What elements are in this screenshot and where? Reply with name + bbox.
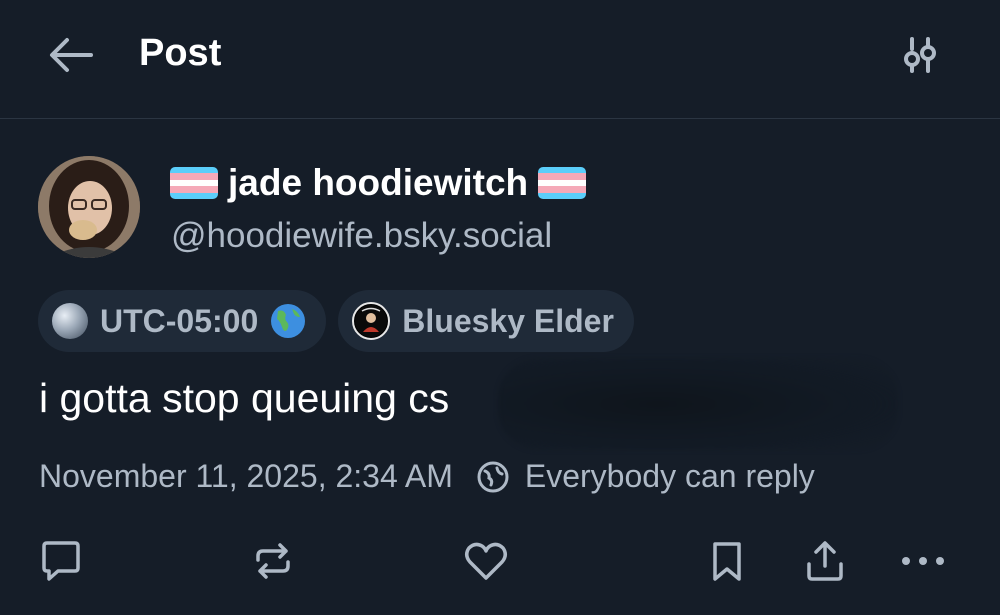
- bluesky-elder-badge[interactable]: Bluesky Elder: [338, 290, 634, 352]
- thread-settings-button[interactable]: [896, 33, 944, 77]
- post-actions: [0, 530, 1000, 592]
- arrow-left-icon: [50, 38, 93, 72]
- like-button[interactable]: [461, 536, 511, 586]
- top-bar: Post: [0, 0, 1000, 119]
- repost-button[interactable]: [248, 536, 298, 586]
- earth-americas-icon: [271, 304, 306, 338]
- profile-labels: UTC-05:00 Bluesky Elder: [38, 290, 634, 352]
- share-button[interactable]: [800, 536, 850, 586]
- author-name-row[interactable]: jade hoodiewitch: [170, 162, 587, 204]
- globe-icon: [52, 303, 88, 339]
- author-handle[interactable]: @hoodiewife.bsky.social: [171, 216, 552, 256]
- reply-button[interactable]: [36, 536, 86, 586]
- display-name: jade hoodiewitch: [228, 162, 529, 203]
- avatar[interactable]: [38, 156, 140, 258]
- bookmark-button[interactable]: [702, 536, 752, 586]
- bookmark-icon: [713, 542, 741, 581]
- ellipsis-icon: [902, 557, 944, 565]
- repost-icon: [256, 543, 290, 579]
- globe-reply-icon: [475, 459, 511, 495]
- heart-icon: [465, 542, 507, 580]
- back-button[interactable]: [45, 33, 97, 77]
- post-meta: November 11, 2025, 2:34 AM Everybody can…: [39, 458, 815, 495]
- share-icon: [807, 541, 843, 581]
- bluesky-elder-badge-icon: [352, 302, 391, 340]
- reply-setting[interactable]: Everybody can reply: [525, 458, 815, 495]
- trans-flag-icon: [538, 167, 587, 199]
- page-title: Post: [139, 32, 222, 74]
- post-text: i gotta stop queuing cs: [39, 375, 450, 421]
- more-options-button[interactable]: [898, 536, 948, 586]
- trans-flag-icon: [170, 167, 218, 199]
- timezone-badge[interactable]: UTC-05:00: [38, 290, 327, 352]
- post-timestamp[interactable]: November 11, 2025, 2:34 AM: [39, 458, 453, 495]
- comment-icon: [42, 541, 80, 581]
- sliders-icon: [904, 37, 936, 73]
- timezone-label: UTC-05:00: [100, 302, 259, 339]
- elder-label: Bluesky Elder: [402, 302, 614, 339]
- redaction-scribble: [498, 358, 898, 450]
- avatar-image: [38, 156, 140, 258]
